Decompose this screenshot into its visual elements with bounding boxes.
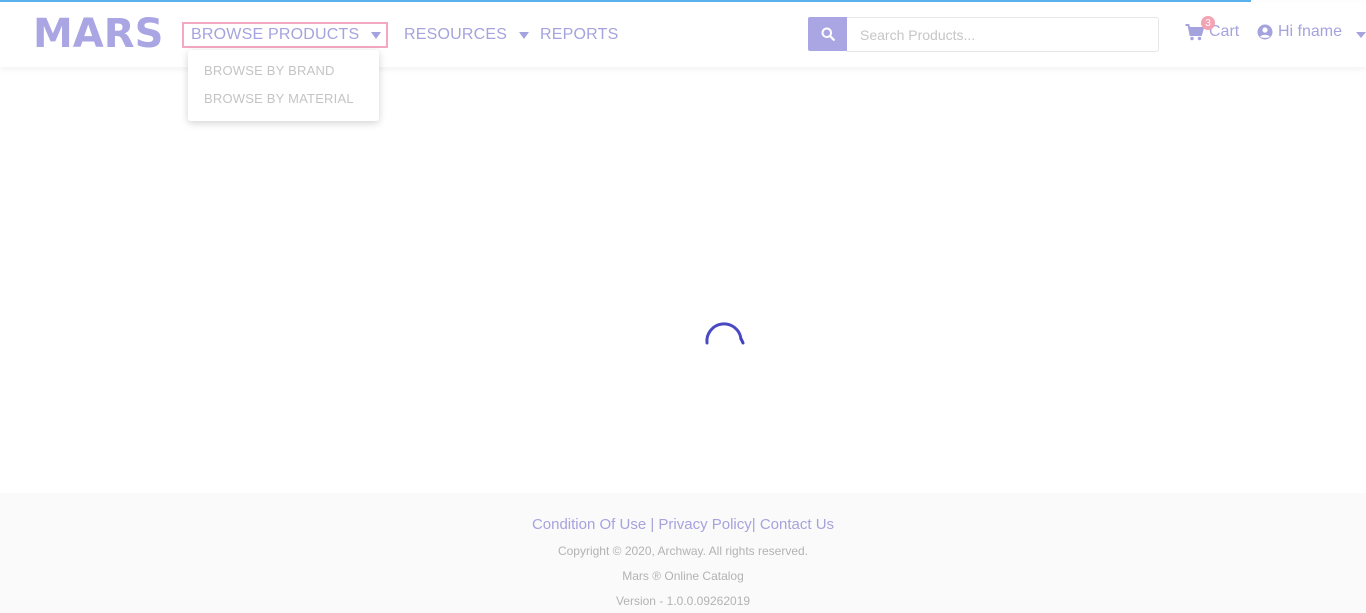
cart-count-badge: 3 bbox=[1201, 16, 1215, 30]
footer-link-privacy-policy[interactable]: Privacy Policy bbox=[658, 516, 751, 533]
footer-product-name: Mars ® Online Catalog bbox=[622, 569, 744, 583]
user-greeting: Hi fname bbox=[1278, 23, 1343, 40]
nav-reports[interactable]: REPORTS bbox=[540, 22, 618, 48]
cart-link[interactable]: 3 Cart bbox=[1185, 16, 1239, 41]
dropdown-item-browse-by-material[interactable]: BROWSE BY MATERIAL bbox=[204, 91, 354, 106]
footer-link-condition-of-use[interactable]: Condition Of Use bbox=[532, 516, 646, 533]
page-footer: Condition Of Use | Privacy Policy| Conta… bbox=[0, 493, 1366, 613]
nav-resources-label: RESOURCES bbox=[404, 26, 508, 43]
nav-resources[interactable]: RESOURCES bbox=[404, 22, 530, 48]
footer-copyright: Copyright © 2020, Archway. All rights re… bbox=[557, 544, 809, 558]
search-icon bbox=[821, 27, 835, 41]
chevron-down-icon bbox=[519, 31, 530, 39]
search-input[interactable] bbox=[847, 17, 1159, 52]
search-button[interactable] bbox=[808, 17, 847, 51]
nav-browse-products[interactable]: BROWSE PRODUCTS bbox=[182, 22, 388, 48]
footer-link-contact-us[interactable]: Contact Us bbox=[760, 516, 834, 533]
mars-logo[interactable]: MARS bbox=[33, 12, 163, 56]
browse-products-dropdown: BROWSE BY BRAND BROWSE BY MATERIAL bbox=[188, 50, 379, 121]
user-menu[interactable]: Hi fname bbox=[1257, 23, 1342, 41]
nav-reports-label: REPORTS bbox=[540, 26, 619, 43]
footer-separator: | bbox=[751, 516, 760, 533]
nav-browse-products-label: BROWSE PRODUCTS bbox=[191, 26, 360, 43]
user-circle-icon bbox=[1257, 24, 1273, 40]
chevron-down-icon[interactable] bbox=[1356, 32, 1366, 38]
footer-version: Version - 1.0.0.09262019 bbox=[615, 594, 751, 608]
footer-links: Condition Of Use | Privacy Policy| Conta… bbox=[0, 516, 1366, 533]
dropdown-item-browse-by-brand[interactable]: BROWSE BY BRAND bbox=[204, 63, 335, 78]
footer-separator: | bbox=[646, 516, 659, 533]
chevron-down-icon bbox=[371, 31, 382, 39]
loading-spinner-icon bbox=[705, 322, 745, 345]
